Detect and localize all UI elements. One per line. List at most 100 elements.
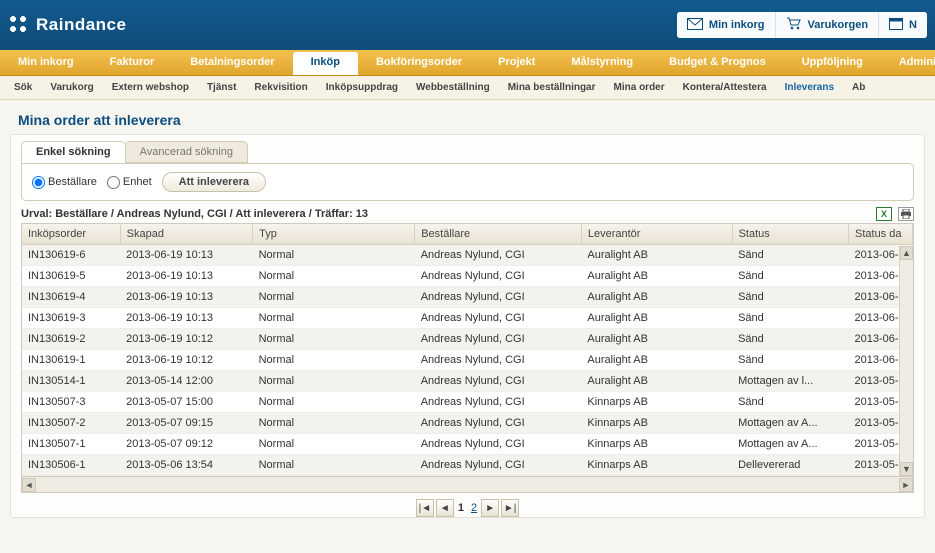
table-cell: Normal [253, 413, 415, 434]
nav-item-min-inkorg[interactable]: Min inkorg [0, 50, 92, 75]
top-extra-link[interactable]: N [878, 12, 927, 38]
table-cell: Auralight AB [581, 329, 732, 350]
table-cell: 2013-05-06 13:54 [120, 455, 252, 476]
table-row[interactable]: IN130507-22013-05-07 09:15NormalAndreas … [22, 413, 913, 434]
horizontal-scrollbar[interactable]: ◄ ► [21, 477, 914, 493]
excel-export-icon[interactable]: X [876, 207, 892, 221]
table-row[interactable]: IN130507-12013-05-07 09:12NormalAndreas … [22, 434, 913, 455]
radio-enhet-wrap[interactable]: Enhet [107, 176, 152, 189]
radio-bestallare-wrap[interactable]: Beställare [32, 176, 97, 189]
content-panel: Enkel sökning Avancerad sökning Beställa… [10, 134, 925, 518]
nav-item-m-lstyrning[interactable]: Målstyrning [553, 50, 651, 75]
scroll-down-icon[interactable]: ▼ [900, 462, 913, 476]
table-row[interactable]: IN130619-42013-06-19 10:13NormalAndreas … [22, 287, 913, 308]
table-row[interactable]: IN130514-12013-05-14 12:00NormalAndreas … [22, 371, 913, 392]
pager-first-button[interactable]: |◄ [416, 499, 434, 517]
table-cell: Andreas Nylund, CGI [415, 434, 582, 455]
table-row[interactable]: IN130507-32013-05-07 15:00NormalAndreas … [22, 392, 913, 413]
table-cell: Andreas Nylund, CGI [415, 413, 582, 434]
nav-item-bokf-ringsorder[interactable]: Bokföringsorder [358, 50, 480, 75]
att-inleverera-button[interactable]: Att inleverera [162, 172, 266, 192]
top-inbox-link[interactable]: Min inkorg [677, 12, 775, 38]
window-icon [889, 18, 903, 33]
table-cell: Sänd [732, 329, 848, 350]
tab-advanced-search[interactable]: Avancerad sökning [125, 141, 248, 163]
scroll-left-icon[interactable]: ◄ [22, 478, 36, 492]
envelope-icon [687, 18, 703, 33]
pager-numbers: 1 2 [456, 502, 479, 514]
print-icon[interactable] [898, 207, 914, 221]
pager-next-button[interactable]: ► [481, 499, 499, 517]
subnav-item-kontera-attestera[interactable]: Kontera/Attestera [683, 82, 767, 93]
table-cell: Andreas Nylund, CGI [415, 308, 582, 329]
radio-enhet[interactable] [107, 176, 120, 189]
subnav-item-mina-order[interactable]: Mina order [614, 82, 665, 93]
table-cell: Andreas Nylund, CGI [415, 287, 582, 308]
table-cell: IN130507-3 [22, 392, 120, 413]
subnav-item-tj-nst[interactable]: Tjänst [207, 82, 236, 93]
nav-item-fakturor[interactable]: Fakturor [92, 50, 173, 75]
table-cell: 2013-06-19 10:13 [120, 245, 252, 266]
table-cell: IN130619-3 [22, 308, 120, 329]
vertical-scrollbar[interactable]: ▲ ▼ [899, 246, 913, 476]
table-cell: Auralight AB [581, 308, 732, 329]
table-cell: Mottagen av A... [732, 434, 848, 455]
column-header[interactable]: Skapad [120, 224, 252, 245]
subnav-item-webbest-llning[interactable]: Webbeställning [416, 82, 490, 93]
column-header[interactable]: Beställare [415, 224, 582, 245]
nav-item-uppf-ljning[interactable]: Uppföljning [784, 50, 881, 75]
nav-item-projekt[interactable]: Projekt [480, 50, 553, 75]
column-header[interactable]: Leverantör [581, 224, 732, 245]
column-header[interactable]: Status [732, 224, 848, 245]
nav-item-budget-prognos[interactable]: Budget & Prognos [651, 50, 784, 75]
subnav-item-ink-psuppdrag[interactable]: Inköpsuppdrag [326, 82, 398, 93]
result-tools: X [876, 207, 914, 221]
table-cell: Normal [253, 308, 415, 329]
subnav-item-varukorg[interactable]: Varukorg [50, 82, 93, 93]
table-cell: Normal [253, 434, 415, 455]
table-cell: 2013-06-19 10:13 [120, 308, 252, 329]
pager-last-button[interactable]: ►| [501, 499, 519, 517]
radio-bestallare[interactable] [32, 176, 45, 189]
column-header[interactable]: Typ [253, 224, 415, 245]
table-cell: IN130619-5 [22, 266, 120, 287]
table-cell: Normal [253, 455, 415, 476]
table-cell: Normal [253, 287, 415, 308]
subnav-item-s-k[interactable]: Sök [14, 82, 32, 93]
table-cell: Sänd [732, 245, 848, 266]
top-inbox-label: Min inkorg [709, 19, 765, 31]
scroll-up-icon[interactable]: ▲ [900, 246, 913, 260]
subnav-item-extern-webshop[interactable]: Extern webshop [112, 82, 189, 93]
top-cart-link[interactable]: Varukorgen [775, 12, 879, 38]
nav-item-betalningsorder[interactable]: Betalningsorder [172, 50, 292, 75]
nav-item-adminis[interactable]: Adminis [881, 50, 935, 75]
table-row[interactable]: IN130619-22013-06-19 10:12NormalAndreas … [22, 329, 913, 350]
main-nav: Min inkorgFakturorBetalningsorderInköpBo… [0, 50, 935, 76]
pager-page-2[interactable]: 2 [469, 502, 479, 514]
table-row[interactable]: IN130619-12013-06-19 10:12NormalAndreas … [22, 350, 913, 371]
table-row[interactable]: IN130506-12013-05-06 13:54NormalAndreas … [22, 455, 913, 476]
table-row[interactable]: IN130619-32013-06-19 10:13NormalAndreas … [22, 308, 913, 329]
scroll-track[interactable] [36, 477, 899, 492]
pager-prev-button[interactable]: ◄ [436, 499, 454, 517]
table-cell: Andreas Nylund, CGI [415, 392, 582, 413]
table-row[interactable]: IN130619-52013-06-19 10:13NormalAndreas … [22, 266, 913, 287]
scroll-right-icon[interactable]: ► [899, 478, 913, 492]
column-header[interactable]: Status da [849, 224, 913, 245]
subnav-item-mina-best-llningar[interactable]: Mina beställningar [508, 82, 596, 93]
subnav-item-inleverans[interactable]: Inleverans [785, 82, 834, 93]
subnav-item-ab[interactable]: Ab [852, 82, 865, 93]
tab-simple-search[interactable]: Enkel sökning [21, 141, 126, 163]
order-grid: InköpsorderSkapadTypBeställareLeverantör… [21, 223, 914, 477]
top-banner: Raindance Min inkorg Varukorgen N [0, 0, 935, 50]
table-cell: IN130507-1 [22, 434, 120, 455]
subnav-item-rekvisition[interactable]: Rekvisition [254, 82, 307, 93]
table-cell: Andreas Nylund, CGI [415, 455, 582, 476]
nav-item-ink-p[interactable]: Inköp [293, 52, 358, 75]
table-row[interactable]: IN130619-62013-06-19 10:13NormalAndreas … [22, 245, 913, 266]
order-table: InköpsorderSkapadTypBeställareLeverantör… [22, 224, 913, 476]
column-header[interactable]: Inköpsorder [22, 224, 120, 245]
table-cell: Kinnarps AB [581, 392, 732, 413]
table-header-row: InköpsorderSkapadTypBeställareLeverantör… [22, 224, 913, 245]
radio-enhet-label: Enhet [123, 176, 152, 188]
